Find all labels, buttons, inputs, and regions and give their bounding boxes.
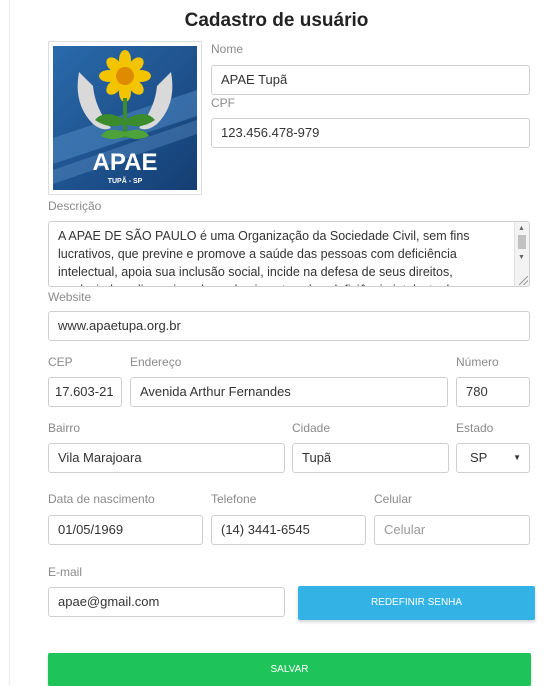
dropdown-arrow-icon: ▼	[513, 453, 521, 462]
bairro-label: Bairro	[48, 421, 81, 435]
scroll-down-arrow-icon[interactable]: ▼	[518, 254, 525, 261]
cep-input[interactable]: 17.603-21	[48, 377, 122, 407]
descricao-text: A APAE DE SÃO PAULO é uma Organização da…	[58, 229, 490, 286]
endereco-label: Endereço	[130, 355, 182, 369]
nascimento-label: Data de nascimento	[48, 492, 155, 506]
email-input[interactable]: apae@gmail.com	[48, 587, 285, 617]
cidade-input[interactable]: Tupã	[292, 443, 449, 473]
apae-logo-image: APAE TUPÃ - SP	[53, 46, 197, 190]
estado-select[interactable]: SP ▼	[456, 443, 530, 473]
reset-password-button[interactable]: REDEFINIR SENHA	[298, 586, 535, 620]
estado-selected-value: SP	[470, 450, 488, 465]
logo-org-text: APAE	[93, 149, 158, 176]
nome-input[interactable]: APAE Tupã	[211, 65, 530, 95]
celular-input[interactable]: Celular	[374, 515, 530, 545]
scrollbar-thumb[interactable]	[518, 235, 526, 249]
nascimento-input[interactable]: 01/05/1969	[48, 515, 203, 545]
logo-city-text: TUPÃ - SP	[108, 176, 143, 185]
website-input[interactable]: www.apaetupa.org.br	[48, 311, 530, 341]
cpf-label: CPF	[211, 96, 235, 110]
celular-label: Celular	[374, 492, 413, 506]
organization-logo: APAE TUPÃ - SP	[48, 41, 202, 195]
estado-label: Estado	[456, 421, 494, 435]
bairro-input[interactable]: Vila Marajoara	[48, 443, 285, 473]
telefone-input[interactable]: (14) 3441-6545	[211, 515, 366, 545]
page-title: Cadastro de usuário	[184, 10, 369, 31]
website-label: Website	[48, 290, 92, 304]
cpf-input[interactable]: 123.456.478-979	[211, 118, 530, 148]
endereco-input[interactable]: Avenida Arthur Fernandes	[130, 377, 448, 407]
numero-input[interactable]: 780	[456, 377, 530, 407]
descricao-textarea[interactable]: A APAE DE SÃO PAULO é uma Organização da…	[48, 221, 530, 287]
scroll-up-arrow-icon[interactable]: ▲	[518, 225, 525, 232]
page-border	[9, 0, 10, 686]
email-label: E-mail	[48, 565, 83, 579]
descricao-label: Descrição	[48, 199, 102, 213]
save-button[interactable]: SALVAR	[48, 653, 531, 686]
telefone-label: Telefone	[211, 492, 257, 506]
numero-label: Número	[456, 355, 499, 369]
nome-label: Nome	[211, 42, 244, 56]
cep-label: CEP	[48, 355, 73, 369]
cidade-label: Cidade	[292, 421, 331, 435]
resize-grip-icon[interactable]	[519, 276, 528, 285]
